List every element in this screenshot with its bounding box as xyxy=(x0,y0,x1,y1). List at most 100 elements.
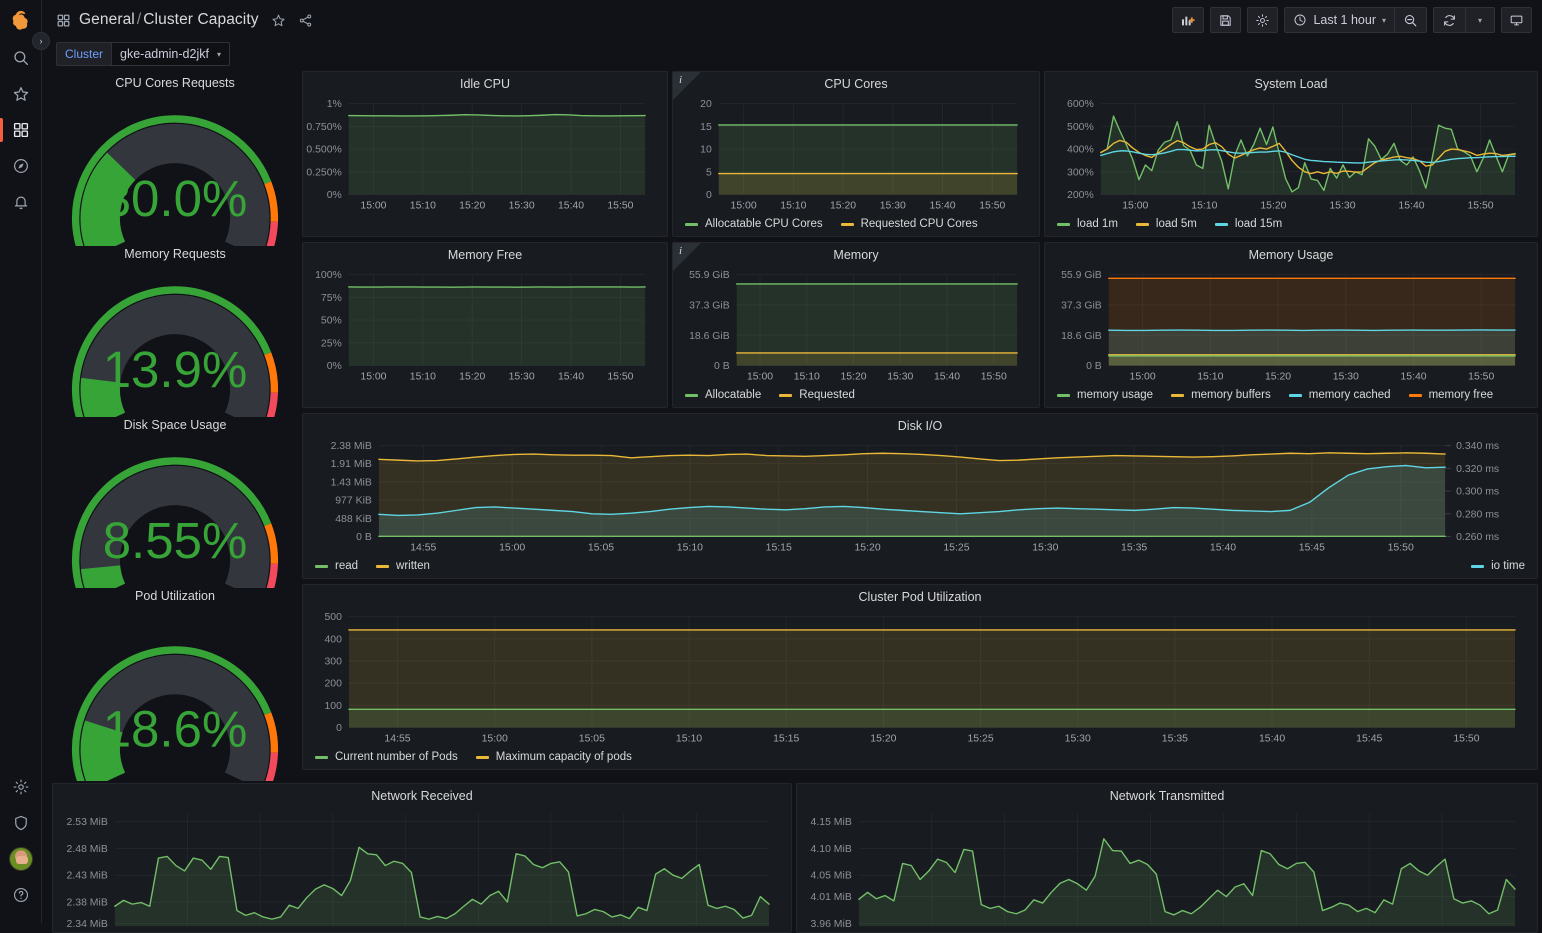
legend-item[interactable]: Allocatable xyxy=(685,389,761,401)
legend-item[interactable]: memory free xyxy=(1409,389,1494,401)
gauge-panel[interactable]: Disk Space Usage8.55% xyxy=(52,418,298,588)
sidebar-item-configuration[interactable] xyxy=(0,769,42,805)
legend-color-swatch xyxy=(476,756,489,759)
y-axis-tick: 0.250% xyxy=(306,167,341,178)
panel-system-load[interactable]: System Load200%300%400%500%600%15:0015:1… xyxy=(1044,71,1538,237)
sidebar-expand-button[interactable]: › xyxy=(32,32,50,50)
legend-color-swatch xyxy=(1171,394,1184,397)
kiosk-mode-button[interactable] xyxy=(1501,7,1532,33)
gauge-panel[interactable]: Memory Requests13.9% xyxy=(52,247,298,417)
legend-item[interactable]: Current number of Pods xyxy=(315,751,458,763)
legend-item[interactable]: Requested xyxy=(779,389,855,401)
legend-item[interactable]: memory cached xyxy=(1289,389,1391,401)
y-axis-tick: 5 xyxy=(706,167,712,178)
refresh-interval-dropdown[interactable]: ▾ xyxy=(1465,7,1495,33)
x-axis-tick: 14:55 xyxy=(384,733,410,744)
x-axis-tick: 15:05 xyxy=(588,542,614,553)
y-axis-tick: 55.9 GiB xyxy=(689,270,730,281)
chart-canvas: 2.34 MiB2.38 MiB2.43 MiB2.48 MiB2.53 MiB xyxy=(53,784,791,932)
legend-item[interactable]: load 15m xyxy=(1215,218,1282,230)
y-axis-tick: 100 xyxy=(324,701,342,712)
panel-cpu-cores[interactable]: CPU Coresi0510152015:0015:1015:2015:3015… xyxy=(672,71,1040,237)
y-axis-tick: 2.43 MiB xyxy=(67,871,108,882)
panel-memory-free[interactable]: Memory Free0%25%50%75%100%15:0015:1015:2… xyxy=(302,242,668,408)
save-dashboard-button[interactable] xyxy=(1210,7,1241,33)
legend-item[interactable]: io time xyxy=(1471,560,1525,572)
zoom-out-time-button[interactable] xyxy=(1394,7,1427,33)
sidebar-item-starred[interactable] xyxy=(0,76,42,112)
add-panel-button[interactable] xyxy=(1172,7,1204,33)
refresh-controls: ▾ xyxy=(1433,7,1495,33)
refresh-button[interactable] xyxy=(1433,7,1465,33)
sidebar-item-help[interactable] xyxy=(0,877,42,913)
x-axis-tick: 15:15 xyxy=(773,733,799,744)
legend-color-swatch xyxy=(841,223,854,226)
y-axis-tick: 500% xyxy=(1067,122,1094,133)
legend-label: Current number of Pods xyxy=(335,751,458,763)
chart-legend: Current number of Pods Maximum capacity o… xyxy=(315,751,1525,763)
variable-picker-cluster[interactable]: gke-admin-d2jkf ▾ xyxy=(111,42,230,66)
y-axis-tick: 4.10 MiB xyxy=(811,844,852,855)
x-axis-tick: 15:15 xyxy=(766,542,792,553)
series-area xyxy=(1109,356,1515,366)
y-axis-tick: 0.750% xyxy=(306,122,341,133)
y-axis-tick: 200 xyxy=(324,679,342,690)
sidebar-item-dashboards[interactable] xyxy=(0,112,42,148)
time-range-picker[interactable]: Last 1 hour ▾ xyxy=(1284,7,1394,33)
legend-item[interactable]: Maximum capacity of pods xyxy=(476,751,632,763)
x-axis-tick: 15:35 xyxy=(1162,733,1188,744)
star-icon[interactable] xyxy=(271,13,286,28)
chart-canvas: 0%0.250%0.500%0.750%1%15:0015:1015:2015:… xyxy=(303,72,667,236)
gauge-value: 18.6% xyxy=(103,701,248,758)
sidebar-item-alerting[interactable] xyxy=(0,184,42,220)
share-icon[interactable] xyxy=(298,13,313,28)
chart-canvas: 0510152015:0015:1015:2015:3015:4015:50 xyxy=(673,72,1039,236)
chart-legend: Allocatable Requested xyxy=(685,389,1027,401)
x-axis-tick: 15:45 xyxy=(1356,733,1382,744)
panel-idle-cpu[interactable]: Idle CPU0%0.250%0.500%0.750%1%15:0015:10… xyxy=(302,71,668,237)
y-axis-tick: 4.15 MiB xyxy=(811,817,852,828)
legend-item[interactable]: Allocatable CPU Cores xyxy=(685,218,823,230)
series-area xyxy=(719,174,1017,195)
legend-color-swatch xyxy=(1057,223,1070,226)
panel-disk-io[interactable]: Disk I/O0 B488 KiB977 KiB1.43 MiB1.91 Mi… xyxy=(302,413,1538,579)
y-axis-tick: 200% xyxy=(1067,190,1094,201)
chart-legend: memory usage memory buffers memory cached m… xyxy=(1057,389,1525,401)
legend-item[interactable]: memory buffers xyxy=(1171,389,1271,401)
gauge-value: 13.9% xyxy=(103,341,248,398)
legend-item[interactable]: load 1m xyxy=(1057,218,1118,230)
x-axis-tick: 14:55 xyxy=(410,542,436,553)
gauge-panel[interactable]: CPU Cores Requests30.0% xyxy=(52,76,298,246)
y-axis-tick: 0 B xyxy=(356,532,372,543)
x-axis-tick: 15:00 xyxy=(1130,371,1156,382)
x-axis-tick: 15:10 xyxy=(677,542,703,553)
panel-memory-usage[interactable]: Memory Usage0 B18.6 GiB37.3 GiB55.9 GiB1… xyxy=(1044,242,1538,408)
legend-item[interactable]: memory usage xyxy=(1057,389,1153,401)
chart-legend: load 1m load 5m load 15m xyxy=(1057,218,1525,230)
x-axis-tick: 15:00 xyxy=(360,371,386,382)
legend-label: memory cached xyxy=(1309,389,1391,401)
chevron-down-icon: ▾ xyxy=(217,50,221,59)
legend-label: Allocatable CPU Cores xyxy=(705,218,823,230)
legend-item[interactable]: Requested CPU Cores xyxy=(841,218,978,230)
gauge-panel[interactable]: Pod Utilization18.6% xyxy=(52,589,298,781)
x-axis-tick: 15:30 xyxy=(1065,733,1091,744)
x-axis-tick: 15:40 xyxy=(558,200,584,211)
y-axis-tick: 0 B xyxy=(1086,361,1102,372)
legend-item[interactable]: load 5m xyxy=(1136,218,1197,230)
sidebar-item-explore[interactable] xyxy=(0,148,42,184)
panel-network-received[interactable]: Network Received2.34 MiB2.38 MiB2.43 MiB… xyxy=(52,783,792,933)
legend-color-swatch xyxy=(315,756,328,759)
panel-memory[interactable]: Memoryi0 B18.6 GiB37.3 GiB55.9 GiB15:001… xyxy=(672,242,1040,408)
sidebar-item-user-profile[interactable] xyxy=(0,841,42,877)
x-axis-tick: 15:00 xyxy=(360,200,386,211)
panel-network-transmitted[interactable]: Network Transmitted3.96 MiB4.01 MiB4.05 … xyxy=(796,783,1538,933)
x-axis-tick: 15:50 xyxy=(607,200,633,211)
sidebar-item-server-admin[interactable] xyxy=(0,805,42,841)
dashboard-settings-button[interactable] xyxy=(1247,7,1278,33)
panel-cluster-pod-utilization[interactable]: Cluster Pod Utilization01002003004005001… xyxy=(302,584,1538,770)
y2-axis-tick: 0.260 ms xyxy=(1456,532,1499,543)
breadcrumb-folder[interactable]: General xyxy=(79,11,135,28)
x-axis-tick: 15:50 xyxy=(607,371,633,382)
legend-color-swatch xyxy=(779,394,792,397)
